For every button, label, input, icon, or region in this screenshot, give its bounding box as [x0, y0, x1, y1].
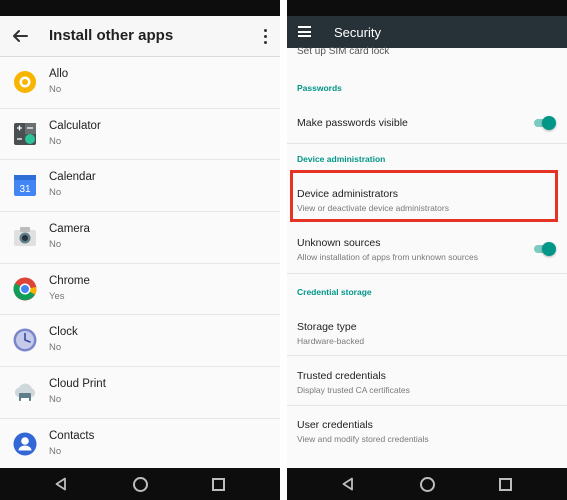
nav-back-icon[interactable]: [341, 477, 355, 491]
app-status: No: [49, 394, 62, 406]
allo-icon: [14, 71, 36, 93]
section-header-passwords: Passwords: [297, 83, 342, 93]
calendar-icon: 31: [14, 175, 36, 197]
status-bar: [287, 0, 567, 16]
camera-icon: [14, 227, 36, 247]
nav-back-icon[interactable]: [54, 477, 68, 491]
user-credentials-title[interactable]: User credentials: [297, 419, 373, 431]
app-row-chrome[interactable]: Chrome Yes: [0, 263, 280, 316]
more-vert-icon-dot: [263, 34, 267, 38]
unknown-sources-subtitle: Allow installation of apps from unknown …: [297, 252, 478, 262]
cloud-print-icon: [14, 383, 36, 403]
section-header-credential-storage: Credential storage: [297, 287, 372, 297]
app-name: Clock: [49, 326, 78, 339]
sim-card-lock-item[interactable]: Set up SIM card lock: [297, 46, 389, 57]
app-name: Calculator: [49, 119, 101, 132]
trusted-credentials-title[interactable]: Trusted credentials: [297, 370, 386, 382]
menu-line: [298, 35, 311, 37]
menu-line: [298, 30, 311, 33]
navigation-bar: [0, 468, 280, 500]
unknown-sources-highlight: [290, 170, 558, 222]
app-status: No: [49, 135, 62, 147]
app-name: Cloud Print: [49, 378, 106, 391]
overflow-menu-button[interactable]: [258, 24, 272, 48]
app-name: Allo: [49, 68, 69, 80]
unknown-sources-toggle[interactable]: [533, 242, 556, 256]
clock-icon: [13, 328, 37, 352]
status-bar: [0, 0, 280, 16]
nav-recents-icon[interactable]: [499, 478, 512, 491]
page-title: Install other apps: [49, 27, 174, 44]
nav-recents-icon[interactable]: [212, 478, 225, 491]
app-name: Contacts: [49, 429, 95, 442]
section-header-device-administration: Device administration: [297, 154, 386, 164]
hamburger-menu-icon[interactable]: [298, 26, 311, 37]
app-row-calculator[interactable]: Calculator No: [0, 108, 280, 161]
divider: [287, 405, 567, 406]
contacts-icon: [13, 432, 37, 456]
app-row-contacts[interactable]: Contacts No: [0, 418, 280, 471]
calculator-icon: [14, 122, 36, 145]
app-row-camera[interactable]: Camera No: [0, 212, 280, 264]
make-passwords-visible-title: Make passwords visible: [297, 117, 408, 129]
divider: [287, 143, 567, 144]
app-row-cloud-print[interactable]: Cloud Print No: [0, 367, 280, 419]
make-passwords-visible-toggle[interactable]: [533, 116, 556, 130]
storage-type-subtitle: Hardware-backed: [297, 336, 365, 346]
app-status: No: [49, 84, 62, 95]
app-name: Chrome: [49, 274, 90, 287]
app-bar: Install other apps: [0, 16, 280, 57]
user-credentials-subtitle: View and modify stored credentials: [297, 434, 429, 444]
nav-home-icon[interactable]: [133, 477, 148, 492]
toggle-thumb: [542, 116, 556, 130]
install-other-apps-screen: Install other apps Allo No Calculator No: [0, 0, 280, 500]
divider: [287, 273, 567, 274]
app-status: No: [49, 187, 62, 199]
back-arrow-button[interactable]: [8, 24, 32, 48]
page-title: Security: [334, 25, 381, 40]
trusted-credentials-subtitle: Display trusted CA certificates: [297, 385, 410, 395]
app-status: No: [49, 445, 62, 457]
app-bar: Security: [287, 16, 567, 48]
app-name: Camera: [49, 223, 90, 236]
toggle-thumb: [542, 242, 556, 256]
app-status: Yes: [49, 290, 65, 302]
unknown-sources-title[interactable]: Unknown sources: [297, 237, 380, 249]
app-status: No: [49, 342, 62, 354]
menu-line: [298, 26, 311, 28]
security-settings-screen: Security Set up SIM card lock Passwords …: [287, 0, 567, 500]
storage-type-title: Storage type: [297, 321, 357, 333]
divider: [287, 355, 567, 356]
app-row-allo[interactable]: Allo No: [0, 57, 280, 109]
more-vert-icon: [263, 28, 267, 32]
calendar-icon-number: 31: [19, 184, 31, 195]
app-row-clock[interactable]: Clock No: [0, 315, 280, 368]
app-name: Calendar: [49, 171, 96, 184]
app-status: No: [49, 239, 62, 251]
more-vert-icon-dot: [263, 40, 267, 44]
app-list: Allo No Calculator No 31 Calendar No Cam…: [0, 57, 280, 471]
nav-home-icon[interactable]: [420, 477, 435, 492]
chrome-icon: [13, 277, 37, 301]
back-arrow-icon: [13, 30, 28, 42]
navigation-bar: [287, 468, 567, 500]
app-row-calendar[interactable]: 31 Calendar No: [0, 160, 280, 213]
